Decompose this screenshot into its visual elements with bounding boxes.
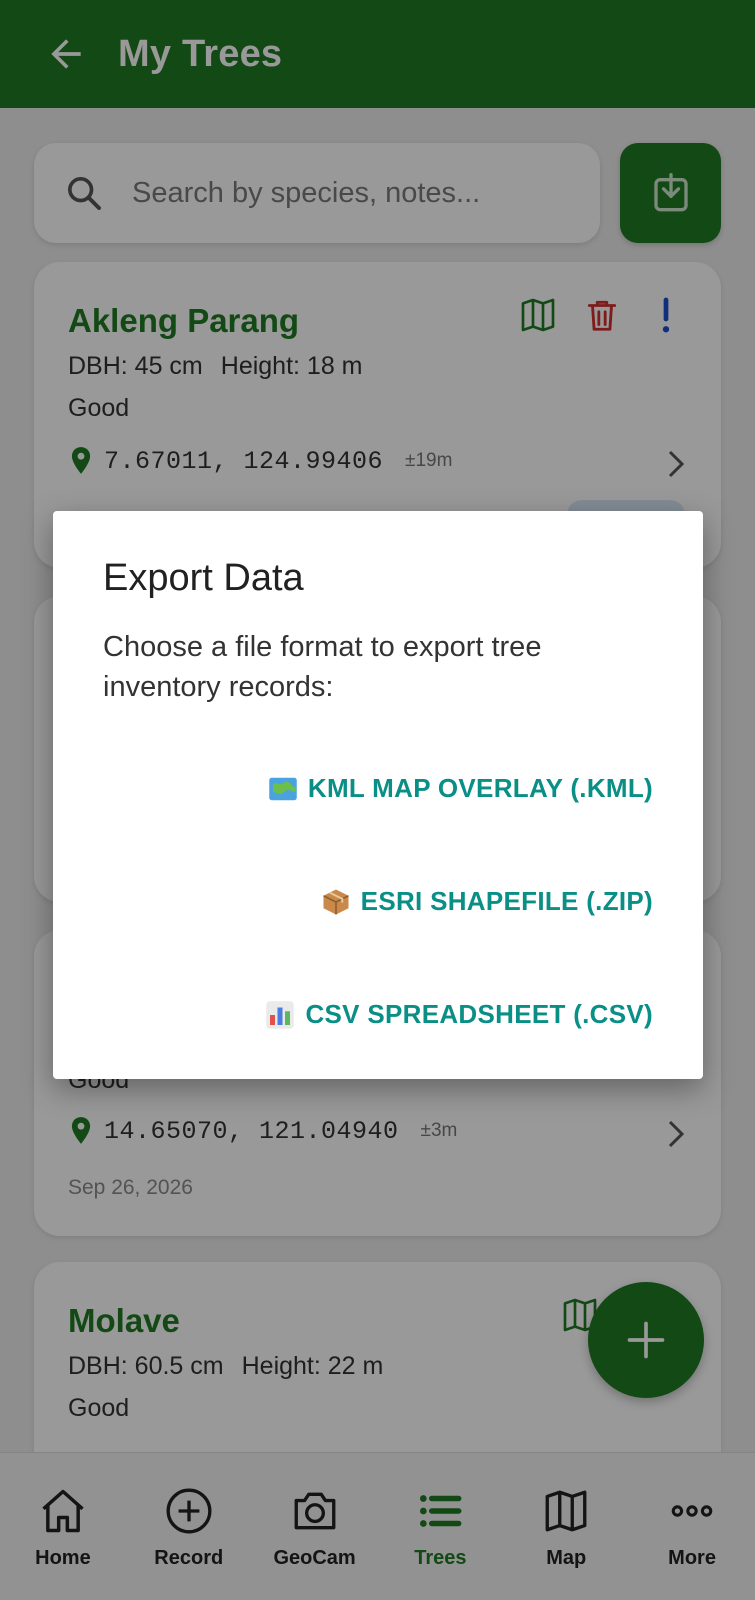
- dialog-message: Choose a file format to export tree inve…: [103, 631, 542, 703]
- export-csv-button[interactable]: CSV SPREADSHEET (.CSV): [265, 999, 653, 1030]
- app-screen: My Trees Akleng Parang DBH: 45 cmHeight:…: [0, 0, 755, 1600]
- bar-chart-icon: [266, 1000, 295, 1029]
- dialog-option-label: KML MAP OVERLAY (.KML): [307, 773, 653, 803]
- package-icon: [322, 889, 349, 914]
- dialog-option-label: CSV SPREADSHEET (.CSV): [305, 999, 653, 1029]
- dialog-title: Export Data: [103, 557, 304, 599]
- export-dialog: Export Data Choose a file format to expo…: [53, 511, 703, 1079]
- dialog-option-label: ESRI SHAPEFILE (.ZIP): [360, 886, 653, 916]
- export-kml-button[interactable]: KML MAP OVERLAY (.KML): [268, 773, 653, 804]
- world-map-icon: [269, 777, 297, 800]
- export-shapefile-button[interactable]: ESRI SHAPEFILE (.ZIP): [321, 886, 653, 917]
